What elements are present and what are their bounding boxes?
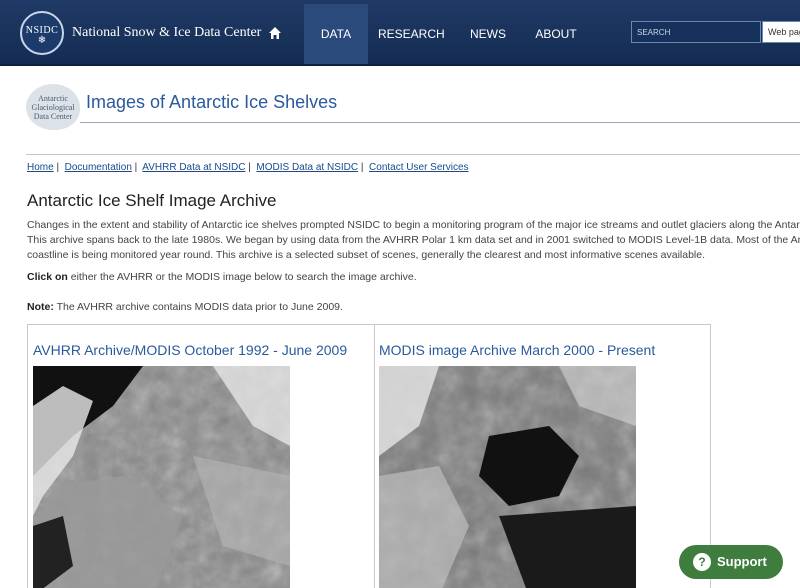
nav-news[interactable]: NEWS <box>466 4 510 64</box>
link-avhrr-data[interactable]: AVHRR Data at NSIDC <box>142 162 245 173</box>
click-text: either the AVHRR or the MODIS image belo… <box>67 271 417 283</box>
nsidc-logo[interactable]: NSIDC ❄ <box>20 11 64 55</box>
support-button[interactable]: ? Support <box>679 545 783 579</box>
link-home[interactable]: Home <box>27 162 54 173</box>
site-header: NSIDC ❄ National Snow & Ice Data Center … <box>0 0 800 66</box>
click-label: Click on <box>27 271 68 283</box>
nav-about[interactable]: ABOUT <box>530 4 582 64</box>
note-text: The AVHRR archive contains MODIS data pr… <box>53 301 343 313</box>
nav-data[interactable]: DATA <box>304 4 368 64</box>
avhrr-satellite-image[interactable] <box>33 366 290 588</box>
title-divider <box>80 122 800 123</box>
click-instruction: Click on either the AVHRR or the MODIS i… <box>27 271 417 283</box>
intro-paragraph: Changes in the extent and stability of A… <box>27 218 800 263</box>
agdc-logo[interactable]: Antarctic Glaciological Data Center <box>26 84 80 130</box>
note-label: Note: <box>27 301 54 313</box>
paragraph-line: Changes in the extent and stability of A… <box>27 219 800 231</box>
header-divider <box>0 64 800 66</box>
paragraph-line: coastline is being monitored year round.… <box>27 249 705 261</box>
support-label: Support <box>717 554 767 569</box>
search-input[interactable]: SEARCH <box>631 21 761 43</box>
modis-satellite-image[interactable] <box>379 366 636 588</box>
note: Note: The AVHRR archive contains MODIS d… <box>27 301 343 313</box>
section-title: Antarctic Ice Shelf Image Archive <box>27 191 277 210</box>
modis-archive-link[interactable]: MODIS image Archive March 2000 - Present <box>379 342 655 358</box>
nav-research[interactable]: RESEARCH <box>378 4 445 64</box>
archive-table: AVHRR Archive/MODIS October 1992 - June … <box>27 324 711 588</box>
search-scope-select[interactable]: Web pages <box>762 21 800 43</box>
page-title: Images of Antarctic Ice Shelves <box>86 92 338 112</box>
link-documentation[interactable]: Documentation <box>65 162 132 173</box>
help-icon: ? <box>693 553 711 571</box>
link-contact[interactable]: Contact User Services <box>369 162 468 173</box>
snowflake-icon: ❄ <box>37 35 47 46</box>
breadcrumb-links: Home | Documentation | AVHRR Data at NSI… <box>27 162 469 173</box>
org-name[interactable]: National Snow & Ice Data Center <box>72 25 261 41</box>
table-divider <box>374 325 375 588</box>
avhrr-archive-link[interactable]: AVHRR Archive/MODIS October 1992 - June … <box>33 342 347 358</box>
home-icon[interactable] <box>268 26 282 40</box>
links-divider <box>26 154 800 155</box>
paragraph-line: This archive spans back to the late 1980… <box>27 234 800 246</box>
link-modis-data[interactable]: MODIS Data at NSIDC <box>256 162 358 173</box>
